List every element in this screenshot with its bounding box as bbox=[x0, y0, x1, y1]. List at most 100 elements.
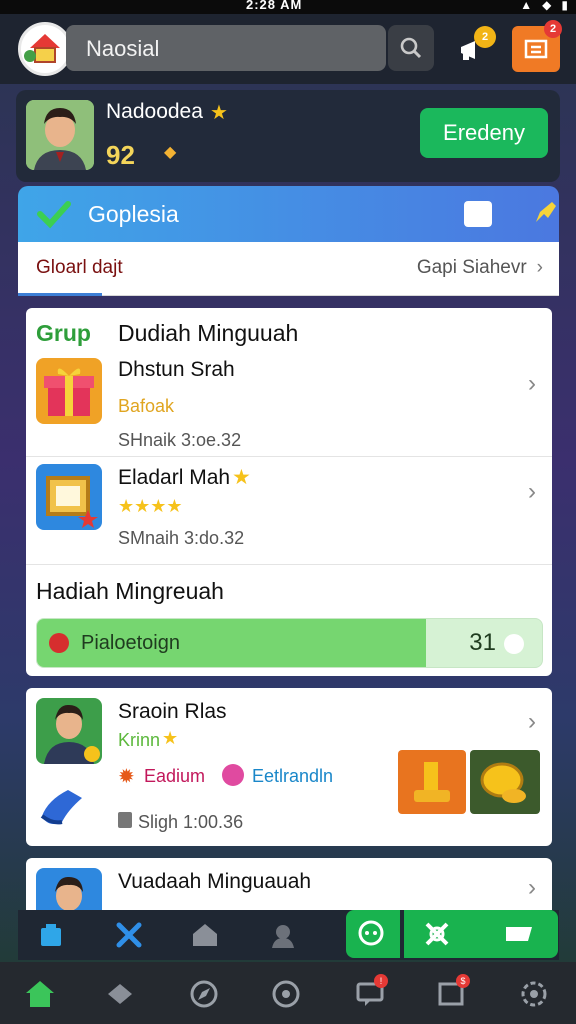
section-title: Hadiah Mingreuah bbox=[36, 578, 224, 604]
nav-home[interactable] bbox=[20, 974, 60, 1014]
notification-badge: 2 bbox=[544, 20, 562, 38]
home-icon bbox=[26, 981, 54, 1007]
list-item[interactable]: Dhstun Srah Bafoak SHnaik 3:oe.32 › bbox=[26, 354, 552, 456]
ticket-button[interactable] bbox=[500, 915, 538, 953]
house-icon bbox=[193, 924, 217, 946]
chevron-right-icon: › bbox=[528, 874, 536, 901]
profile-action-button[interactable]: Eredeny bbox=[420, 108, 548, 158]
chevron-right-icon: › bbox=[528, 708, 536, 735]
chevron-right-icon: › bbox=[528, 370, 536, 397]
house-icon bbox=[24, 34, 62, 64]
profile-card: Nadoodea ★ 92 ◆ Eredeny bbox=[16, 90, 560, 182]
battery-icon: ▮ bbox=[561, 0, 568, 12]
avatar[interactable] bbox=[26, 100, 94, 170]
app-logo[interactable] bbox=[18, 22, 72, 76]
chevron-right-icon: › bbox=[528, 478, 536, 505]
tab-right[interactable]: Gapi Siahevr › bbox=[417, 257, 543, 279]
megaphone-badge: 2 bbox=[474, 26, 496, 48]
tools-button[interactable] bbox=[110, 916, 148, 954]
profile-name: Nadoodea bbox=[106, 100, 203, 123]
progress-bar[interactable]: Pialoetoign 31 bbox=[36, 618, 543, 668]
item-meta: SMnaih 3:do.32 bbox=[118, 528, 245, 548]
action-pill bbox=[346, 910, 558, 958]
search-button[interactable] bbox=[388, 25, 434, 71]
wifi-icon: ◆ bbox=[542, 0, 552, 12]
search-input[interactable]: Naosial bbox=[66, 25, 386, 71]
list-item[interactable]: Eladarl Mah ★ ★★★★ SMnaih 3:do.32 › bbox=[26, 458, 552, 562]
tab-bar: Gloarl dajt Gapi Siahevr › bbox=[18, 242, 559, 296]
notification-button[interactable]: 2 bbox=[512, 20, 562, 72]
coin-tile[interactable] bbox=[470, 750, 540, 814]
list-item[interactable]: Sraoin Rlas Krinn ★ ✹ Eadium Eetlrandln … bbox=[26, 688, 552, 846]
profile-score: 92 bbox=[106, 140, 135, 170]
clock-icon bbox=[118, 812, 132, 828]
bottom-nav: ! $ bbox=[0, 962, 576, 1024]
search-text: Naosial bbox=[86, 36, 160, 61]
game-icon bbox=[272, 980, 300, 1008]
compass-icon bbox=[190, 980, 218, 1008]
player-card[interactable]: Sraoin Rlas Krinn ★ ✹ Eadium Eetlrandln … bbox=[26, 688, 552, 846]
megaphone-button[interactable]: 2 bbox=[452, 26, 496, 72]
app-bar: Naosial 2 2 bbox=[0, 14, 576, 84]
bag-button[interactable] bbox=[32, 916, 70, 954]
nav-back[interactable] bbox=[100, 974, 140, 1014]
tab-left[interactable]: Gloarl dajt bbox=[18, 242, 123, 296]
status-icons: ▲ ◆ ▮ bbox=[520, 0, 568, 12]
chat-button[interactable] bbox=[352, 915, 390, 953]
search-icon bbox=[400, 37, 422, 59]
medal-icon: ✹ bbox=[118, 766, 135, 788]
calendar-icon[interactable] bbox=[464, 201, 492, 227]
nav-messages[interactable]: ! bbox=[350, 974, 390, 1014]
list-card[interactable]: Vuadaah Minguauah › bbox=[26, 858, 552, 918]
star-icon: ★ bbox=[210, 102, 228, 124]
tab-left-label: Gloarl dajt bbox=[36, 257, 123, 278]
check-icon bbox=[37, 201, 71, 229]
bag-icon bbox=[41, 924, 61, 946]
home-button[interactable] bbox=[186, 916, 224, 954]
shoe-icon bbox=[40, 790, 82, 825]
coin-icon: ◆ bbox=[164, 144, 177, 161]
ticket-icon bbox=[506, 927, 532, 941]
nav-settings[interactable] bbox=[514, 974, 554, 1014]
frame-icon bbox=[36, 464, 102, 530]
tab-right-label: Gapi Siahevr bbox=[416, 257, 527, 278]
star-icon: ★ bbox=[162, 728, 179, 748]
profile-button[interactable] bbox=[264, 916, 302, 954]
nav-inbox[interactable]: $ bbox=[432, 974, 472, 1014]
card-meta: Sligh 1:00.36 bbox=[138, 812, 244, 832]
group-card: Grup Dudiah Minguuah Dhstun Srah Bafoak … bbox=[26, 308, 552, 676]
progress-label: Pialoetoign bbox=[81, 632, 180, 654]
tools-icon bbox=[116, 922, 142, 948]
apple-icon bbox=[49, 633, 69, 653]
divider bbox=[26, 564, 552, 565]
share-icon bbox=[425, 922, 449, 946]
group-header: Goplesia bbox=[18, 186, 559, 242]
player-avatar bbox=[36, 698, 102, 764]
gift-icon bbox=[36, 358, 102, 424]
divider bbox=[26, 456, 552, 457]
card-title: Sraoin Rlas bbox=[118, 700, 227, 723]
pill-divider bbox=[400, 910, 404, 958]
tag-one: Eadium bbox=[144, 766, 206, 786]
coin-stack-icon bbox=[480, 762, 526, 803]
card-subtitle: Krinn bbox=[118, 730, 161, 750]
inbox-badge: $ bbox=[456, 974, 470, 988]
item-title: Eladarl Mah bbox=[118, 466, 231, 489]
arrow-left-icon bbox=[108, 984, 132, 1004]
item-subtitle: Bafoak bbox=[118, 396, 175, 416]
group-label: Grup bbox=[36, 320, 91, 346]
group-title: Goplesia bbox=[88, 201, 179, 227]
pin-icon[interactable] bbox=[530, 198, 560, 228]
target-icon bbox=[504, 634, 524, 654]
settings-icon bbox=[521, 981, 547, 1007]
nav-explore[interactable] bbox=[184, 974, 224, 1014]
progress-value: 31 bbox=[469, 629, 496, 656]
status-time: 2:28 AM bbox=[246, 0, 303, 12]
badge-icon bbox=[222, 764, 244, 786]
signal-icon: ▲ bbox=[520, 0, 533, 12]
trophy-tile[interactable] bbox=[398, 750, 466, 814]
share-button[interactable] bbox=[418, 915, 456, 953]
nav-games[interactable] bbox=[266, 974, 306, 1014]
trophy-icon bbox=[414, 762, 450, 802]
card-title: Vuadaah Minguauah bbox=[118, 870, 312, 893]
